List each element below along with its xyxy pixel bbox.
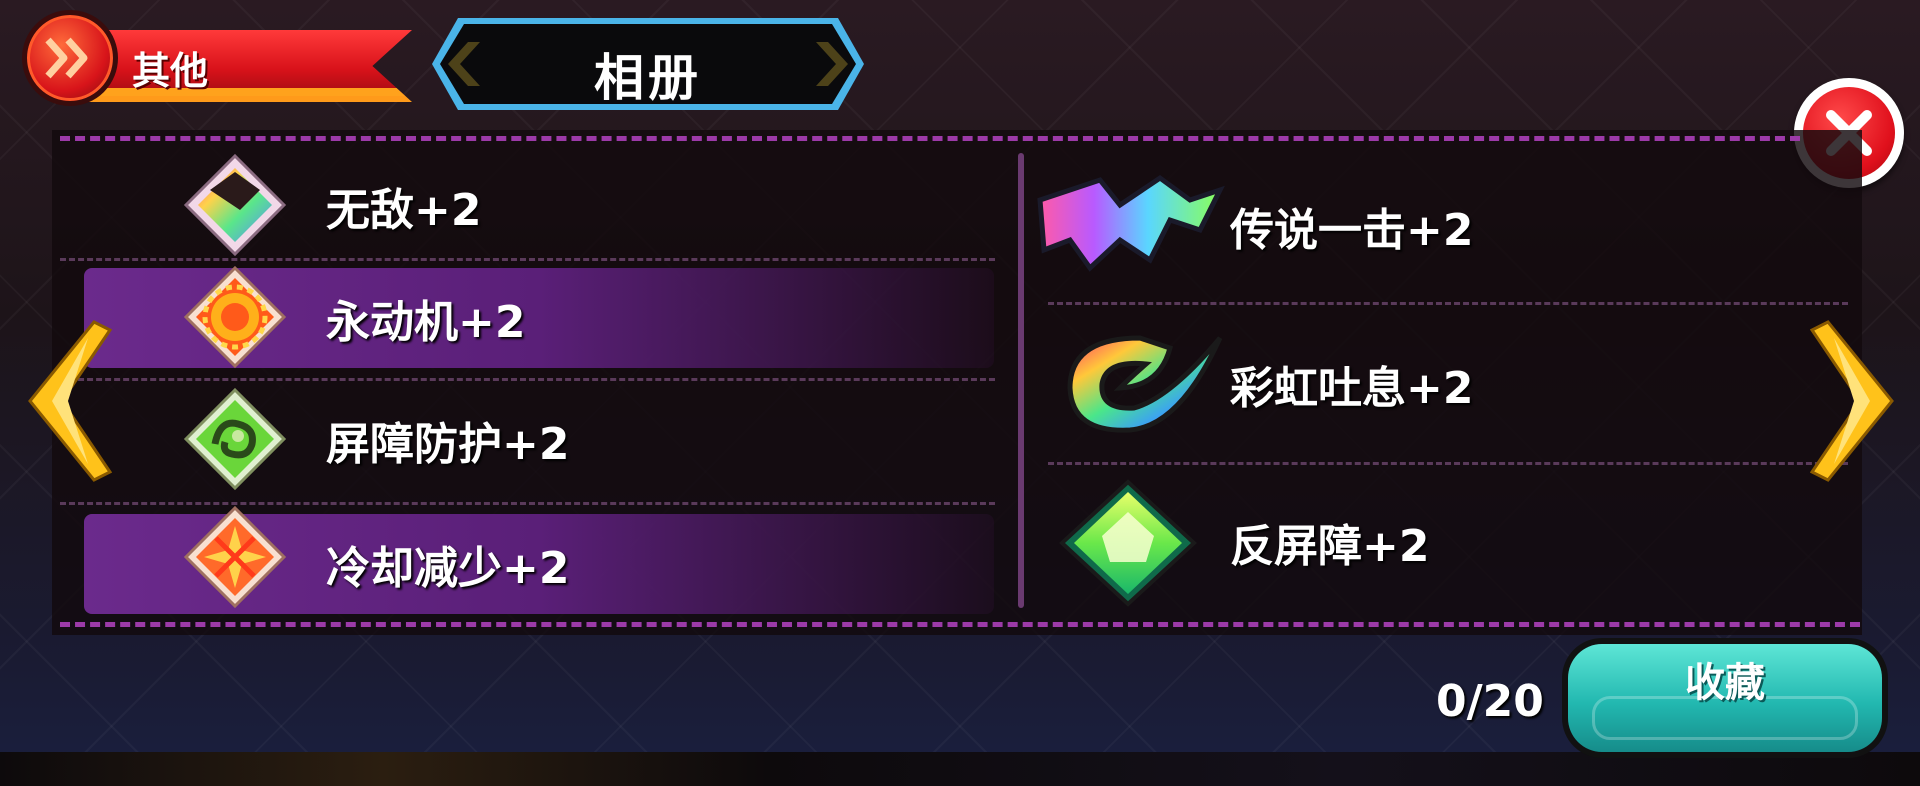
row-separator <box>60 378 995 381</box>
next-page-button[interactable] <box>1810 316 1900 486</box>
item-label: 屏障防护+2 <box>326 419 570 470</box>
rainbow-breath-icon <box>1067 335 1223 433</box>
list-item[interactable]: 永动机+2 <box>84 265 994 369</box>
list-item[interactable]: 传说一击+2 <box>1030 174 1850 276</box>
list-item[interactable]: 彩虹吐息+2 <box>1030 334 1850 434</box>
row-separator <box>1048 302 1848 305</box>
page-title: 相册 <box>594 49 702 107</box>
legend-strike-icon <box>1037 174 1225 272</box>
sun-gear-icon <box>183 265 287 369</box>
item-label: 永动机+2 <box>326 297 526 348</box>
category-banner[interactable]: 其他 <box>22 10 412 110</box>
barrier-dragon-icon <box>183 387 287 491</box>
item-label: 冷却减少+2 <box>326 543 570 594</box>
anti-barrier-gem-icon <box>1059 479 1197 607</box>
chevron-right-icon <box>22 10 118 106</box>
item-label: 无敌+2 <box>326 185 482 236</box>
list-item[interactable]: 无敌+2 <box>84 153 994 257</box>
item-label: 彩虹吐息+2 <box>1230 363 1474 414</box>
panel-top-border <box>60 136 1800 141</box>
previous-page-button[interactable] <box>22 316 112 486</box>
cooldown-burst-icon <box>183 505 287 609</box>
collect-button-face: 收藏 <box>1568 644 1882 752</box>
column-divider <box>1018 153 1024 608</box>
item-label: 传说一击+2 <box>1230 205 1474 256</box>
collection-count: 0/20 <box>1436 676 1544 727</box>
page-title-plate: 相册 <box>428 14 868 114</box>
collect-button-label: 收藏 <box>1685 660 1765 706</box>
list-item[interactable]: 屏障防护+2 <box>84 387 994 491</box>
list-item[interactable]: 反屏障+2 <box>1030 479 1850 607</box>
row-separator <box>1048 462 1848 465</box>
category-label: 其他 <box>132 49 209 93</box>
collect-button[interactable]: 收藏 <box>1562 638 1888 758</box>
list-item[interactable]: 冷却减少+2 <box>84 505 994 614</box>
item-label: 反屏障+2 <box>1230 521 1430 572</box>
panel-bottom-border <box>60 622 1860 627</box>
rainbow-shield-icon <box>183 153 287 257</box>
